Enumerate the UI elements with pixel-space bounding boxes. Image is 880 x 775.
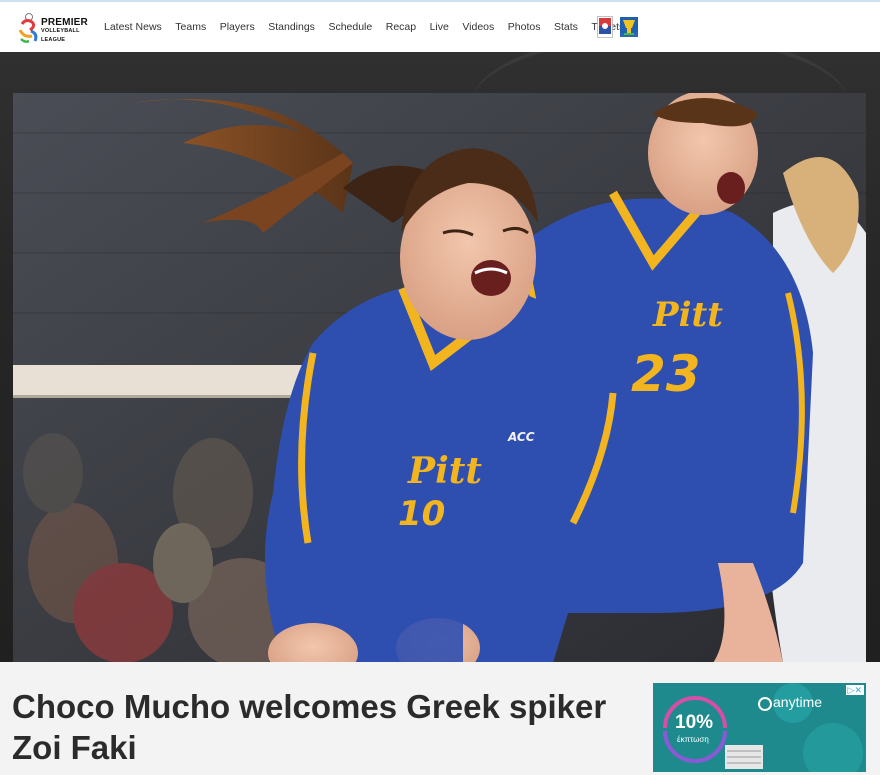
front-jersey-number: 10 bbox=[398, 494, 445, 534]
front-jersey-text: Pitt bbox=[407, 450, 482, 492]
logo-line-1: PREMIER bbox=[41, 17, 88, 28]
pvl-logo[interactable]: PREMIER VOLLEYBALL LEAGUE bbox=[16, 8, 88, 48]
hero-section: Pitt 23 Pitt 10 ACC bbox=[0, 32, 880, 667]
main-nav: Latest News Teams Players Standings Sche… bbox=[104, 21, 638, 33]
ad-discount-label: έκπτωση bbox=[677, 735, 709, 744]
nav-standings[interactable]: Standings bbox=[268, 21, 315, 33]
hero-photo-illustration: Pitt 23 Pitt 10 ACC bbox=[13, 93, 866, 663]
article-headline[interactable]: Choco Mucho welcomes Greek spiker Zoi Fa… bbox=[12, 686, 632, 768]
nav-photos[interactable]: Photos bbox=[508, 21, 541, 33]
pvl-logo-mark-icon bbox=[18, 13, 38, 43]
nav-players[interactable]: Players bbox=[220, 21, 255, 33]
ad-close-icon[interactable]: ▷✕ bbox=[845, 685, 864, 695]
hero-photo[interactable]: Pitt 23 Pitt 10 ACC bbox=[13, 93, 866, 663]
nav-stats[interactable]: Stats bbox=[554, 21, 578, 33]
back-jersey-number: 23 bbox=[631, 345, 701, 403]
nav-recap[interactable]: Recap bbox=[386, 21, 416, 33]
nav-schedule[interactable]: Schedule bbox=[328, 21, 372, 33]
nav-videos[interactable]: Videos bbox=[462, 21, 494, 33]
back-jersey-text: Pitt bbox=[652, 295, 723, 335]
pvl-logo-text: PREMIER VOLLEYBALL LEAGUE bbox=[41, 18, 88, 45]
article-strip: Choco Mucho welcomes Greek spiker Zoi Fa… bbox=[0, 662, 880, 775]
nav-live[interactable]: Live bbox=[430, 21, 449, 33]
jersey-patch: ACC bbox=[507, 430, 535, 444]
nav-teams[interactable]: Teams bbox=[175, 21, 206, 33]
ad-discount: 10% bbox=[675, 712, 714, 733]
logo-line-3: LEAGUE bbox=[41, 37, 66, 43]
logo-line-2: VOLLEYBALL bbox=[41, 28, 80, 34]
ad-brand: anytime bbox=[773, 694, 823, 710]
nav-latest-news[interactable]: Latest News bbox=[104, 21, 162, 33]
advertisement-banner[interactable]: ▷✕ anytime 10% έκπτωση bbox=[653, 683, 866, 772]
